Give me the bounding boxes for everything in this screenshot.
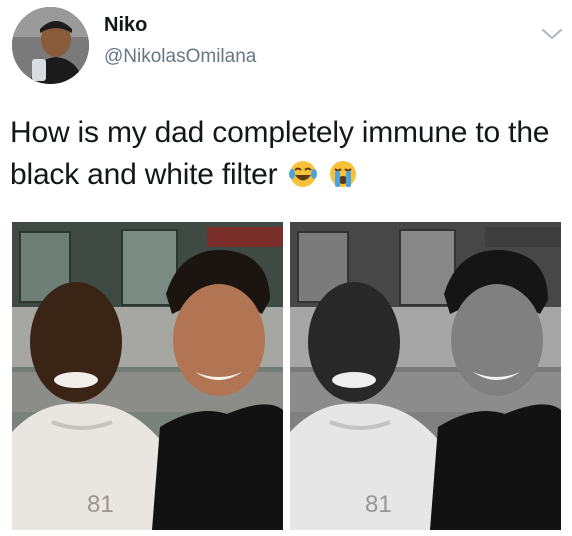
user-handle[interactable]: @NikolasOmilana xyxy=(104,46,256,68)
shirt-print-right: 81 xyxy=(365,491,392,518)
display-name[interactable]: Niko xyxy=(104,14,147,37)
loudly-crying-face-icon xyxy=(328,159,358,189)
black-and-white-photo[interactable]: 81 xyxy=(290,222,561,530)
color-photo[interactable]: 81 xyxy=(12,222,283,530)
tweet-text-content: How is my dad completely immune to the b… xyxy=(10,116,550,191)
avatar[interactable] xyxy=(12,7,89,84)
tweet-text: How is my dad completely immune to the b… xyxy=(10,112,560,196)
face-with-tears-of-joy-icon xyxy=(288,159,318,189)
shirt-print-left: 81 xyxy=(87,491,114,518)
chevron-down-icon[interactable] xyxy=(540,26,564,42)
avatar-photo xyxy=(12,7,89,84)
